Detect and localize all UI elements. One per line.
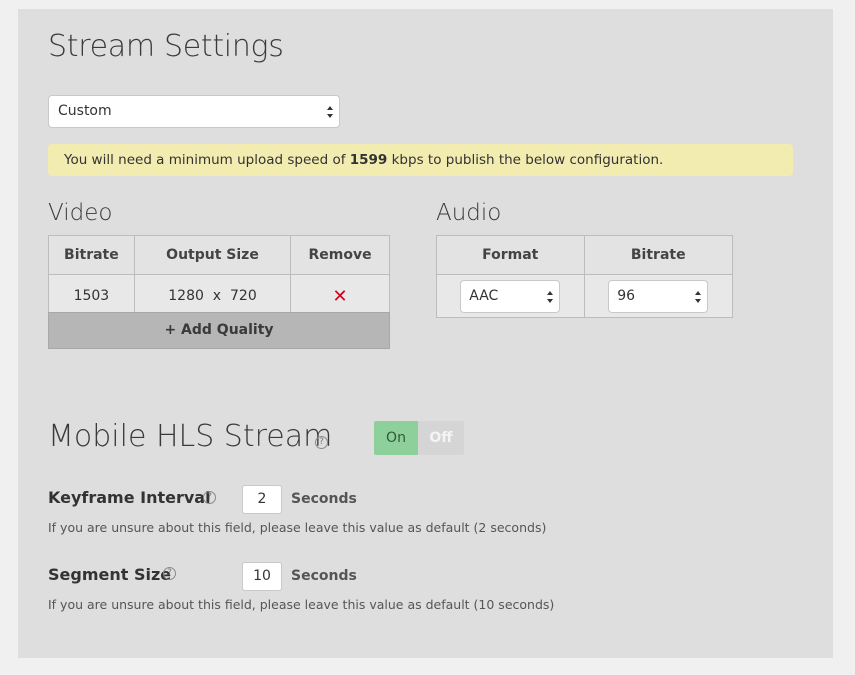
- keyframe-unit: Seconds: [291, 491, 357, 507]
- toggle-on[interactable]: On: [374, 421, 418, 455]
- notice-suffix: kbps to publish the below configuration.: [387, 152, 664, 168]
- audio-format-select[interactable]: AAC: [460, 279, 561, 313]
- select-arrows-icon: [695, 290, 702, 303]
- notice-speed: 1599: [349, 152, 388, 168]
- video-section-title: Video: [48, 200, 113, 226]
- segment-help-icon[interactable]: ?: [163, 567, 176, 580]
- segment-size-input[interactable]: 10: [242, 562, 282, 591]
- column-header-remove: Remove: [290, 235, 390, 275]
- output-width: 1280: [168, 288, 204, 304]
- segment-unit: Seconds: [291, 568, 357, 584]
- column-header-format: Format: [436, 235, 585, 275]
- segment-hint: If you are unsure about this field, plea…: [48, 597, 555, 612]
- keyframe-interval-label: Keyframe Interval: [48, 488, 211, 507]
- audio-bitrate-cell: 96: [583, 274, 733, 318]
- audio-format-value: AAC: [469, 287, 499, 304]
- keyframe-hint: If you are unsure about this field, plea…: [48, 520, 547, 535]
- column-header-bitrate: Bitrate: [48, 235, 135, 275]
- hls-section-title: Mobile HLS Stream: [48, 419, 333, 454]
- table-row: AAC 96: [436, 274, 733, 318]
- audio-bitrate-value: 96: [617, 287, 636, 304]
- settings-panel: Stream Settings Custom You will need a m…: [18, 9, 833, 658]
- column-header-output-size: Output Size: [133, 235, 292, 275]
- select-arrows-icon: [327, 106, 333, 118]
- audio-bitrate-select[interactable]: 96: [608, 279, 709, 313]
- toggle-off[interactable]: Off: [418, 421, 464, 455]
- page-title: Stream Settings: [48, 29, 284, 64]
- audio-table: Format Bitrate AAC 96: [436, 235, 733, 318]
- keyframe-interval-input[interactable]: 2: [242, 485, 282, 514]
- hls-toggle[interactable]: On Off: [374, 421, 464, 455]
- keyframe-help-icon[interactable]: ?: [203, 491, 216, 504]
- segment-size-label: Segment Size: [48, 565, 172, 584]
- preset-select[interactable]: Custom: [48, 95, 340, 128]
- audio-section-title: Audio: [436, 200, 502, 226]
- video-quality-table: Bitrate Output Size Remove 1503 1280 x 7…: [48, 235, 390, 318]
- add-quality-button[interactable]: + Add Quality: [48, 312, 390, 349]
- output-height: 720: [230, 288, 257, 304]
- remove-quality-icon[interactable]: ✕: [333, 286, 348, 307]
- audio-format-cell: AAC: [436, 274, 585, 318]
- select-arrows-icon: [547, 290, 554, 303]
- output-size-separator: x: [212, 288, 222, 304]
- notice-prefix: You will need a minimum upload speed of: [64, 152, 350, 168]
- upload-speed-notice: You will need a minimum upload speed of …: [48, 144, 793, 176]
- hls-help-icon[interactable]: ?: [315, 436, 328, 449]
- column-header-audio-bitrate: Bitrate: [583, 235, 733, 275]
- preset-select-value: Custom: [58, 103, 112, 119]
